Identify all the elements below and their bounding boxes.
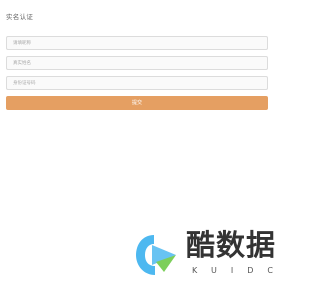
page-title: 实名认证	[6, 13, 34, 21]
nickname-input[interactable]	[6, 36, 268, 50]
watermark-text: 酷数据	[186, 228, 277, 262]
submit-button[interactable]: 提交	[6, 96, 268, 110]
watermark-subtext: KUIDC	[192, 266, 287, 275]
kuidc-logo-icon	[136, 235, 176, 275]
verification-form: 提交	[6, 36, 268, 110]
real-name-input[interactable]	[6, 56, 268, 70]
watermark: 酷数据 KUIDC	[134, 226, 294, 286]
id-number-input[interactable]	[6, 76, 268, 90]
